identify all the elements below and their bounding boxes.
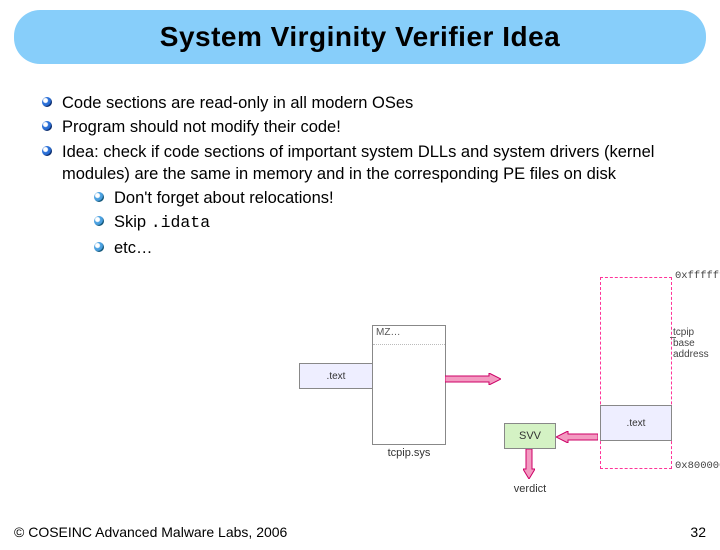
bullet-item: Program should not modify their code! — [40, 116, 680, 138]
bullet-text: etc… — [114, 239, 153, 257]
file-name-label: tcpip.sys — [372, 447, 446, 459]
sub-bullet-item: Don't forget about relocations! — [92, 187, 680, 209]
page-number: 32 — [690, 524, 706, 540]
bullet-item: Code sections are read-only in all moder… — [40, 92, 680, 114]
sub-bullet-item: etc… — [92, 237, 680, 259]
bullet-text: Skip — [114, 213, 151, 231]
bullet-item: Idea: check if code sections of importan… — [40, 141, 680, 259]
arrow-file-to-svv — [445, 373, 501, 385]
slide-title-bar: System Virginity Verifier Idea — [14, 10, 706, 64]
copyright-text: © COSEINC Advanced Malware Labs, 2006 — [14, 524, 287, 540]
base-address-label: tcpip baseaddress — [673, 327, 710, 360]
verdict-label: verdict — [504, 483, 556, 495]
code-text: .idata — [151, 213, 210, 232]
slide-footer: © COSEINC Advanced Malware Labs, 2006 32 — [14, 524, 706, 540]
addr-top-label: 0xffffffff — [675, 270, 720, 282]
pe-file-box: MZ… — [372, 325, 446, 445]
slide-title: System Virginity Verifier Idea — [160, 21, 560, 53]
slide-body: Code sections are read-only in all moder… — [0, 64, 720, 259]
bullet-text: Program should not modify their code! — [62, 118, 341, 136]
svv-box: SVV — [504, 423, 556, 449]
file-text-section: .text — [299, 363, 373, 389]
bullet-text: Idea: check if code sections of importan… — [62, 143, 654, 183]
bullet-text: Don't forget about relocations! — [114, 189, 334, 207]
diagram: MZ… .text tcpip.sys SVV verdict .text 0x… — [300, 325, 710, 510]
memory-text-section: .text — [600, 405, 672, 441]
arrow-svv-to-verdict — [523, 449, 535, 479]
bullet-text: Code sections are read-only in all moder… — [62, 94, 413, 112]
sub-bullet-item: Skip .idata — [92, 211, 680, 234]
addr-bottom-label: 0x80000000 — [675, 460, 720, 472]
arrow-mem-to-svv — [556, 431, 598, 443]
pe-header-label: MZ… — [373, 326, 445, 345]
